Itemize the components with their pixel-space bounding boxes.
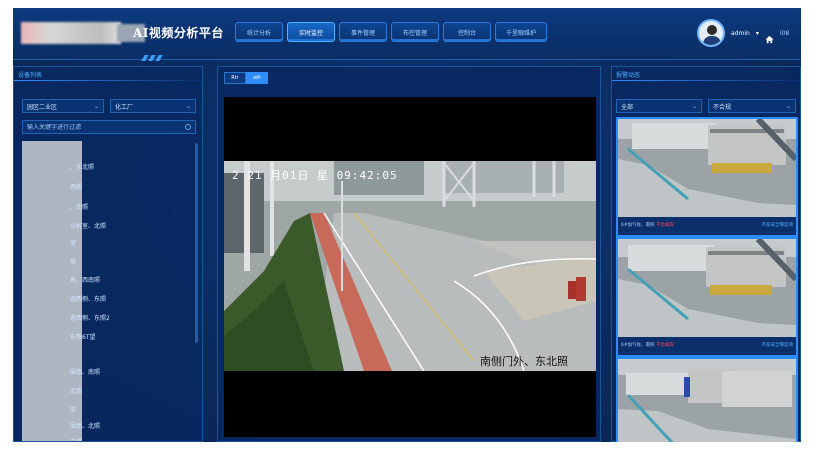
app-title: AI视频分析平台 bbox=[133, 26, 224, 40]
area-select[interactable]: 园区二业区 ⌄ bbox=[22, 99, 104, 113]
plant-select[interactable]: 化工厂 ⌄ bbox=[110, 99, 196, 113]
plant-select-value: 化工厂 bbox=[115, 103, 134, 111]
username[interactable]: admin bbox=[731, 30, 750, 37]
alert-card[interactable]: 6#加气柱、南照 不合规车 不穿安全帽监测 bbox=[616, 237, 798, 357]
alert-info-bar: 6#加气柱、南照 不合规车 不穿安全帽监测 bbox=[618, 339, 796, 351]
alert-snapshot bbox=[618, 359, 796, 442]
toggle-option-a[interactable]: Rtr bbox=[224, 72, 246, 84]
list-item[interactable]: 道西侧、东照2 bbox=[70, 313, 110, 322]
panel-title: 报警动态 bbox=[616, 72, 641, 79]
main-nav: 统计分析 实时监控 事件管理 布控管理 控制台 千里眼维护 bbox=[235, 22, 548, 42]
alert-violation: 不合规车 bbox=[656, 343, 675, 348]
tab-statistics[interactable]: 统计分析 bbox=[235, 22, 283, 42]
list-item[interactable]: 照 bbox=[70, 257, 76, 266]
tab-maintenance[interactable]: 千里眼维护 bbox=[495, 22, 548, 42]
tab-event-management[interactable]: 事件管理 bbox=[339, 22, 387, 42]
alert-card[interactable]: 6#加气柱、南照 不合规车 不穿安全帽监测 bbox=[616, 117, 798, 237]
alert-status-select[interactable]: 不合规 ⌄ bbox=[708, 99, 796, 113]
list-item[interactable]: 东照 bbox=[70, 437, 82, 441]
alert-violation: 不合规车 bbox=[656, 223, 675, 228]
area-select-value: 园区二业区 bbox=[27, 103, 58, 111]
video-location-label: 南侧门外、东北照 bbox=[480, 355, 568, 368]
scrollbar[interactable] bbox=[195, 143, 198, 343]
alert-snapshot bbox=[618, 119, 796, 217]
alert-info-bar: 6#加气柱、南照 不合规车 不穿安全帽监测 bbox=[618, 219, 796, 231]
title-underline bbox=[612, 80, 800, 81]
panel-title: 设备列表 bbox=[18, 72, 43, 79]
video-panel: Rtr wfr 2 21 月01日 星 09:42:05 南侧门外、东北照 bbox=[217, 66, 601, 442]
list-item[interactable]: 围墙、南照 bbox=[70, 367, 100, 376]
logo-blurred bbox=[21, 22, 121, 44]
alert-type-value: 全部 bbox=[621, 103, 634, 111]
chevron-down-icon: ⌄ bbox=[93, 102, 99, 110]
alert-type-select[interactable]: 全部 ⌄ bbox=[616, 99, 702, 113]
video-timestamp: 2 21 月01日 星 09:42:05 bbox=[232, 169, 398, 182]
app-window: AI视频分析平台 统计分析 实时监控 事件管理 布控管理 控制台 千里眼维护 a… bbox=[13, 8, 801, 442]
alert-location: 6#加气柱、南照 不合规车 bbox=[621, 223, 675, 228]
title-underline bbox=[14, 80, 202, 81]
list-item[interactable]: 围墙、北照 bbox=[70, 421, 100, 430]
list-item[interactable]: 、南照 bbox=[70, 202, 88, 211]
chevron-down-icon: ⌄ bbox=[185, 102, 191, 110]
alert-location: 6#加气柱、南照 不合规车 bbox=[621, 343, 675, 348]
list-item[interactable]: 照 bbox=[70, 405, 76, 414]
alert-type: 不穿安全帽监测 bbox=[761, 223, 794, 228]
list-item[interactable]: 道西侧、东照 bbox=[70, 294, 106, 303]
tab-deployment-management[interactable]: 布控管理 bbox=[391, 22, 439, 42]
alert-type: 不穿安全帽监测 bbox=[761, 343, 794, 348]
device-list-panel: 设备列表 园区二业区 ⌄ 化工厂 ⌄ 、东北照 西照 、南照 分析室、北照 室 … bbox=[13, 66, 203, 442]
top-header: AI视频分析平台 统计分析 实时监控 事件管理 布控管理 控制台 千里眼维护 a… bbox=[13, 8, 801, 61]
view-toggle: Rtr wfr bbox=[224, 72, 268, 84]
search-box[interactable] bbox=[22, 120, 196, 134]
chevron-down-icon: ⌄ bbox=[691, 102, 697, 110]
toggle-option-b[interactable]: wfr bbox=[246, 72, 268, 84]
tab-live-monitor[interactable]: 实时监控 bbox=[287, 22, 335, 42]
chevron-down-icon[interactable]: ▾ bbox=[756, 30, 759, 37]
home-icon[interactable] bbox=[765, 29, 774, 43]
list-item[interactable]: 北照 bbox=[70, 386, 82, 395]
search-input[interactable] bbox=[27, 123, 177, 131]
alert-snapshot bbox=[618, 239, 796, 337]
list-item[interactable]: 西照 bbox=[70, 182, 82, 191]
avatar[interactable] bbox=[697, 19, 725, 47]
alert-panel: 报警动态 全部 ⌄ 不合规 ⌄ 6#加气柱、南照 不合规车 不穿安全帽监测 6#… bbox=[611, 66, 801, 442]
list-item[interactable]: 、东北照 bbox=[70, 162, 94, 171]
device-tree: 、东北照 西照 、南照 分析室、北照 室 照 角、西南照 道西侧、东照 道西侧、… bbox=[22, 141, 198, 441]
list-item[interactable]: 室 bbox=[70, 238, 76, 247]
list-item[interactable]: 东照6T望 bbox=[70, 332, 95, 341]
list-item[interactable]: 角、西南照 bbox=[70, 275, 100, 284]
tab-console[interactable]: 控制台 bbox=[443, 22, 491, 42]
user-area: admin ▾ I08 bbox=[697, 18, 789, 48]
alert-card[interactable] bbox=[616, 357, 798, 442]
alert-status-value: 不合规 bbox=[713, 103, 732, 111]
chevron-down-icon: ⌄ bbox=[785, 102, 791, 110]
title-decoration bbox=[141, 46, 171, 61]
search-icon[interactable] bbox=[185, 124, 191, 130]
list-item[interactable]: 分析室、北照 bbox=[70, 221, 106, 230]
home-label: I08 bbox=[779, 29, 790, 37]
camera-feed-image bbox=[224, 161, 596, 371]
video-player[interactable]: 2 21 月01日 星 09:42:05 南侧门外、东北照 bbox=[224, 97, 596, 437]
